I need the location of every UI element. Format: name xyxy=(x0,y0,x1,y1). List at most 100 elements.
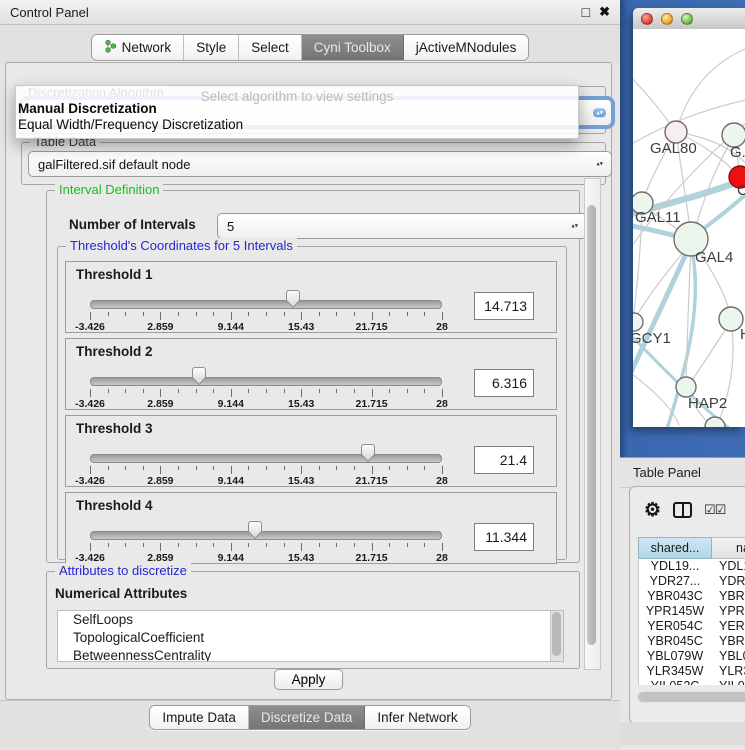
slider-track[interactable] xyxy=(90,300,442,309)
cell-shared-name[interactable]: YDL19... xyxy=(639,559,711,574)
table-row[interactable]: YBR043CYBR0 xyxy=(639,589,745,604)
numerical-attributes-list[interactable]: SelfLoopsTopologicalCoefficientBetweenne… xyxy=(57,610,564,662)
table-row[interactable]: YPR145WYPR1 xyxy=(639,604,745,619)
gear-icon[interactable]: ⚙ xyxy=(644,501,661,520)
column-header-shared-name[interactable]: shared... xyxy=(638,537,712,559)
table-row[interactable]: YDR27...YDR2 xyxy=(639,574,745,589)
combo-stepper-icon[interactable]: ▴▾ xyxy=(593,108,606,118)
tab-style[interactable]: Style xyxy=(184,35,239,60)
threshold-panel: Threshold 1 -3.4262.8599.14415.4321.7152… xyxy=(65,261,557,333)
cell-name[interactable]: YBL0 xyxy=(711,649,745,664)
table-row[interactable]: YER054CYER0 xyxy=(639,619,745,634)
cell-name[interactable]: YDR2 xyxy=(711,574,745,589)
numerical-attributes-label: Numerical Attributes xyxy=(55,586,187,601)
dropdown-item-equal-width[interactable]: Equal Width/Frequency Discretization xyxy=(18,117,243,132)
network-window-titlebar[interactable] xyxy=(633,8,745,30)
table-body[interactable]: YDL19...YDL1YDR27...YDR2YBR043CYBR0YPR14… xyxy=(638,559,745,685)
column-header-name[interactable]: na xyxy=(712,537,745,559)
table-row[interactable]: YBR045CYBR0 xyxy=(639,634,745,649)
slider-track[interactable] xyxy=(90,454,442,463)
tab-jactivemnodules[interactable]: jActiveMNodules xyxy=(404,35,529,60)
minimize-traffic-light-icon[interactable] xyxy=(661,13,673,25)
zoom-traffic-light-icon[interactable] xyxy=(681,13,693,25)
tab-impute-data[interactable]: Impute Data xyxy=(150,706,249,729)
cell-name[interactable]: YLR3 xyxy=(711,664,745,679)
bottom-right-background xyxy=(620,722,745,745)
node-label: C xyxy=(737,182,745,199)
network-node[interactable] xyxy=(676,377,696,397)
float-window-icon[interactable]: □ xyxy=(582,4,590,20)
threshold-value-field[interactable]: 6.316 xyxy=(474,369,534,397)
node-label: H xyxy=(740,326,745,343)
tab-discretize-data[interactable]: Discretize Data xyxy=(249,706,366,729)
network-node[interactable] xyxy=(633,313,643,331)
slider-thumb[interactable] xyxy=(247,521,263,540)
threshold-value-field[interactable]: 14.713 xyxy=(474,292,534,320)
split-columns-icon[interactable] xyxy=(673,502,692,518)
cell-shared-name[interactable]: YDR27... xyxy=(639,574,711,589)
table-data-combo[interactable]: galFiltered.sif default node ▴▾ xyxy=(28,151,612,177)
slider-track[interactable] xyxy=(90,377,442,386)
tab-select[interactable]: Select xyxy=(239,35,302,60)
threshold-slider[interactable]: -3.4262.8599.14415.4321.71528 xyxy=(90,519,442,559)
close-icon[interactable]: ✖ xyxy=(599,4,610,20)
close-traffic-light-icon[interactable] xyxy=(641,13,653,25)
slider-thumb[interactable] xyxy=(360,444,376,463)
cell-shared-name[interactable]: YIL052C xyxy=(639,679,711,685)
attribute-item[interactable]: TopologicalCoefficient xyxy=(58,629,563,647)
bottom-tab-strip: Impute Data Discretize Data Infer Networ… xyxy=(0,700,620,750)
cell-name[interactable]: YIL0 xyxy=(711,679,745,685)
table-row[interactable]: YIL052CYIL0 xyxy=(639,679,745,685)
cell-name[interactable]: YBR0 xyxy=(711,589,745,604)
number-of-intervals-combo[interactable]: 5 ▴▾ xyxy=(217,213,587,239)
slider-tick-labels: -3.4262.8599.14415.4321.71528 xyxy=(90,475,442,487)
threshold-slider[interactable]: -3.4262.8599.14415.4321.71528 xyxy=(90,365,442,405)
attribute-item[interactable]: SelfLoops xyxy=(58,611,563,629)
cell-shared-name[interactable]: YBR043C xyxy=(639,589,711,604)
threshold-slider[interactable]: -3.4262.8599.14415.4321.71528 xyxy=(90,288,442,328)
table-header-row: shared... na xyxy=(638,537,745,559)
threshold-slider[interactable]: -3.4262.8599.14415.4321.71528 xyxy=(90,442,442,482)
slider-thumb[interactable] xyxy=(191,367,207,386)
cell-shared-name[interactable]: YLR345W xyxy=(639,664,711,679)
select-columns-icon[interactable]: ☑☑ xyxy=(704,502,725,518)
tab-cyni-toolbox[interactable]: Cyni Toolbox xyxy=(302,35,404,60)
cyni-toolbox-panel: Discretization Algorithm ▴▾ Select algor… xyxy=(5,62,612,700)
network-canvas[interactable]: GAL80G.CGAL11GAL4GCY1HHAP2 xyxy=(633,29,745,427)
threshold-panel: Threshold 2 -3.4262.8599.14415.4321.7152… xyxy=(65,338,557,410)
slider-thumb[interactable] xyxy=(285,290,301,309)
threshold-value-field[interactable]: 21.4 xyxy=(474,446,534,474)
cell-name[interactable]: YDL1 xyxy=(711,559,745,574)
attribute-item[interactable]: BetweennessCentrality xyxy=(58,647,563,662)
combo-stepper-icon[interactable]: ▴▾ xyxy=(593,159,606,169)
cell-shared-name[interactable]: YBR045C xyxy=(639,634,711,649)
cell-name[interactable]: YPR1 xyxy=(711,604,745,619)
table-row[interactable]: YLR345WYLR3 xyxy=(639,664,745,679)
interval-definition-group: Interval Definition Number of Intervals … xyxy=(46,190,580,563)
tab-network[interactable]: Network xyxy=(92,35,185,60)
node-label: GAL11 xyxy=(635,209,681,226)
settings-scrollbar[interactable] xyxy=(584,178,601,670)
list-scrollbar[interactable] xyxy=(550,611,563,661)
cell-shared-name[interactable]: YPR145W xyxy=(639,604,711,619)
network-node[interactable] xyxy=(705,417,725,427)
network-view-window[interactable]: GAL80G.CGAL11GAL4GCY1HHAP2 xyxy=(633,8,745,427)
threshold-value-field[interactable]: 11.344 xyxy=(474,523,534,551)
slider-track[interactable] xyxy=(90,531,442,540)
dropdown-item-manual[interactable]: Manual Discretization xyxy=(18,101,157,116)
cell-name[interactable]: YBR0 xyxy=(711,634,745,649)
tab-infer-network[interactable]: Infer Network xyxy=(365,706,469,729)
cell-shared-name[interactable]: YBL079W xyxy=(639,649,711,664)
cell-shared-name[interactable]: YER054C xyxy=(639,619,711,634)
control-panel: Control Panel □ ✖ Network Style xyxy=(0,0,620,745)
apply-button[interactable]: Apply xyxy=(274,669,344,690)
table-row[interactable]: YDL19...YDL1 xyxy=(639,559,745,574)
table-row[interactable]: YBL079WYBL0 xyxy=(639,649,745,664)
table-horizontal-scrollbar[interactable] xyxy=(636,691,745,703)
scrollbar-thumb[interactable] xyxy=(587,205,596,645)
scrollbar-thumb[interactable] xyxy=(638,692,745,702)
table-toolbar: ⚙ ☑☑ xyxy=(630,493,725,527)
combo-stepper-icon[interactable]: ▴▾ xyxy=(568,221,581,231)
slider-ticks xyxy=(90,466,442,475)
cell-name[interactable]: YER0 xyxy=(711,619,745,634)
